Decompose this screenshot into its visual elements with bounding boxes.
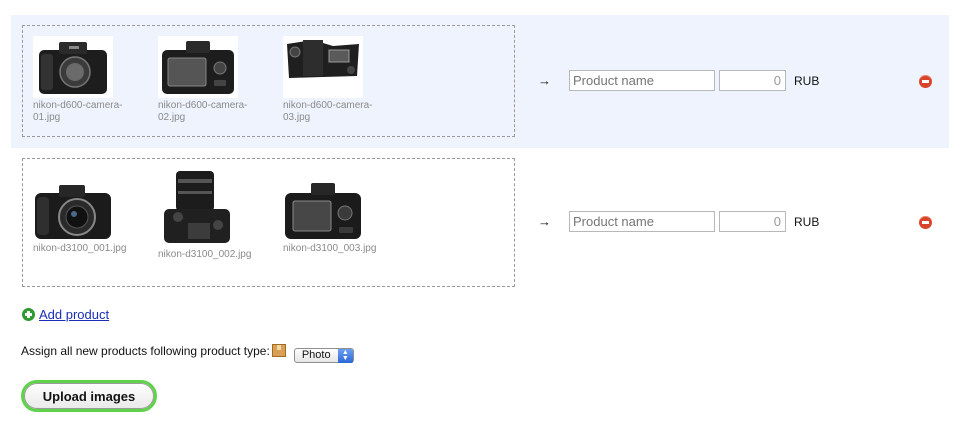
image-thumbnail[interactable]: nikon-d3100_003.jpg <box>283 179 383 255</box>
arrow-icon: → <box>538 214 551 229</box>
product-name-input[interactable] <box>569 70 715 91</box>
assign-product-type: Assign all new products following produc… <box>21 344 354 363</box>
add-product-link[interactable]: Add product <box>39 307 109 322</box>
image-filename: nikon-d3100_002.jpg <box>158 249 252 260</box>
image-filename: nikon-d600-camera-02.jpg <box>158 100 248 123</box>
product-price-input[interactable] <box>719 70 786 91</box>
product-price-input[interactable] <box>719 211 786 232</box>
camera-side-lens-icon <box>158 169 238 247</box>
product-row: nikon-d600-camera-01.jpg nikon-d600-came… <box>11 15 949 148</box>
camera-back-icon <box>158 36 238 98</box>
camera-top-icon <box>283 36 363 98</box>
product-name-input[interactable] <box>569 211 715 232</box>
remove-product-icon[interactable] <box>919 216 932 229</box>
add-product: Add product <box>22 307 109 322</box>
product-row: nikon-d3100_001.jpg nikon-d3100_002.jpg <box>11 148 949 293</box>
image-thumbnail[interactable]: nikon-d600-camera-03.jpg <box>283 36 383 124</box>
arrow-icon: → <box>538 73 551 88</box>
image-dropzone[interactable]: nikon-d3100_001.jpg nikon-d3100_002.jpg <box>22 158 515 287</box>
camera-back-icon <box>283 179 363 241</box>
camera-front-body-icon <box>33 36 113 98</box>
image-thumbnail[interactable]: nikon-d3100_002.jpg <box>158 169 258 261</box>
currency-label: RUB <box>794 215 820 229</box>
assign-label: Assign all new products following produc… <box>21 344 270 358</box>
product-type-select[interactable]: Photo ▲ ▼ <box>293 348 354 363</box>
image-dropzone[interactable]: nikon-d600-camera-01.jpg nikon-d600-came… <box>22 25 515 137</box>
add-icon[interactable] <box>22 308 35 321</box>
image-thumbnail[interactable]: nikon-d600-camera-02.jpg <box>158 36 258 124</box>
currency-label: RUB <box>794 74 820 88</box>
package-icon <box>271 344 286 357</box>
image-filename: nikon-d3100_001.jpg <box>33 243 127 254</box>
camera-front-lens-icon <box>33 179 113 241</box>
upload-images-button[interactable]: Upload images <box>21 380 157 412</box>
image-filename: nikon-d600-camera-01.jpg <box>33 100 123 123</box>
image-filename: nikon-d3100_003.jpg <box>283 243 377 254</box>
chevron-updown-icon: ▲ ▼ <box>337 349 353 363</box>
product-type-value: Photo <box>301 349 331 361</box>
image-filename: nikon-d600-camera-03.jpg <box>283 100 373 123</box>
image-thumbnail[interactable]: nikon-d3100_001.jpg <box>33 179 133 255</box>
image-thumbnail[interactable]: nikon-d600-camera-01.jpg <box>33 36 133 124</box>
remove-product-icon[interactable] <box>919 75 932 88</box>
